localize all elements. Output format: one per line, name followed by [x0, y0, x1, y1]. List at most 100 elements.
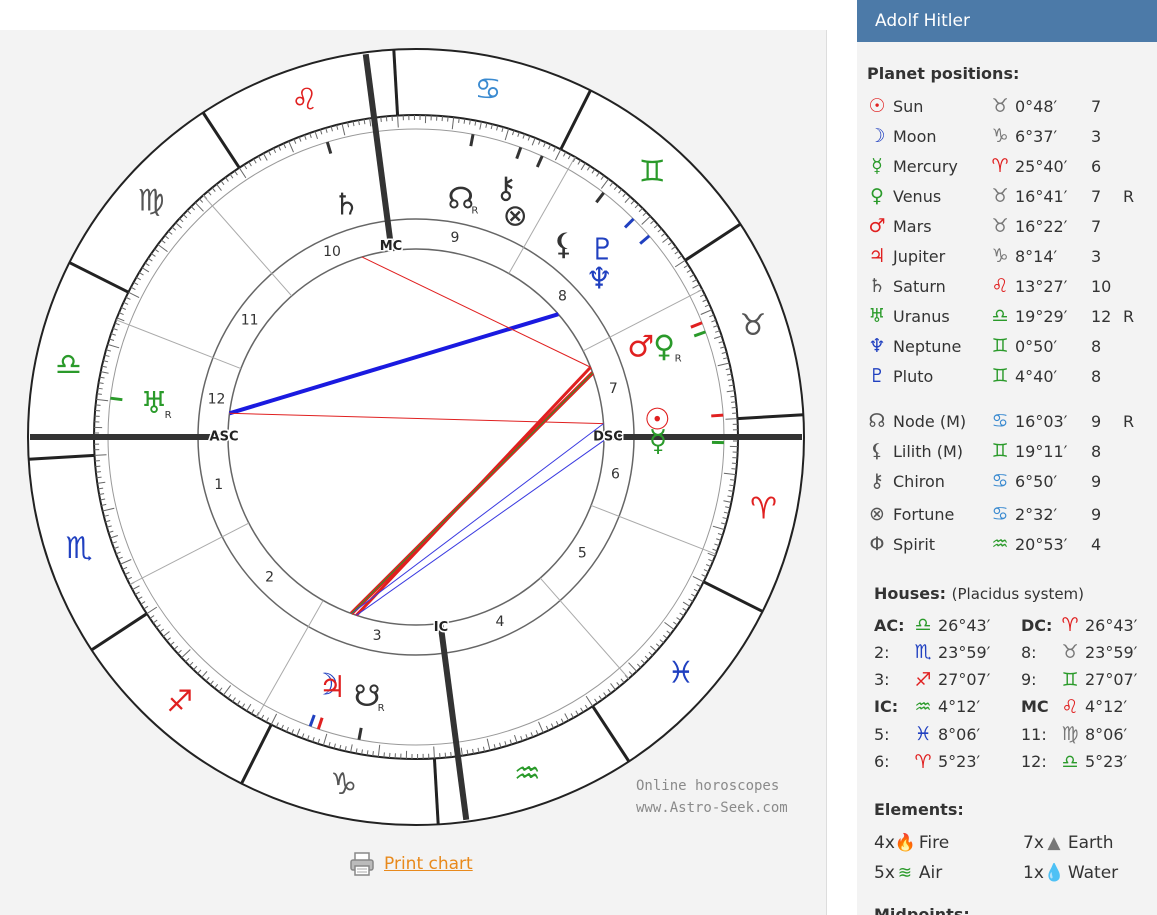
zodiac-sign-icon: ♎	[55, 347, 82, 382]
sign-glyph-icon: ♊	[991, 365, 1009, 387]
planet-row[interactable]: ☽ Moon ♑ 6°37′ 3	[865, 121, 1155, 151]
angle-label-mc: MC	[380, 239, 402, 254]
planet-house: 9	[1091, 411, 1102, 431]
house-number: 2	[265, 570, 274, 586]
house-sign-icon: ♈	[914, 750, 932, 773]
house-row: 9: ♊ 27°07′	[1021, 667, 1157, 693]
printer-icon[interactable]	[348, 850, 376, 878]
planet-degree: 16°22′	[1015, 216, 1068, 236]
planet-name: Fortune	[893, 504, 955, 524]
zodiac-sign-icon: ♍	[138, 183, 165, 218]
house-row: 3: ♐ 27°07′	[874, 667, 1018, 693]
planet-glyph-icon: ☋	[354, 679, 381, 714]
element-count: 5x	[874, 863, 895, 883]
planet-name: Neptune	[893, 336, 962, 356]
house-degree: 4°12′	[1085, 697, 1128, 717]
planet-row[interactable]: ⊗ Fortune ♋ 2°32′ 9	[865, 499, 1155, 529]
degree-tick	[397, 115, 399, 128]
house-number: 10	[323, 244, 341, 260]
planet-glyph-icon: ☊	[447, 182, 474, 217]
planet-name: Mercury	[893, 156, 958, 176]
house-sign-icon: ♓	[914, 723, 932, 746]
degree-tick	[730, 479, 736, 481]
print-chart[interactable]: Print chart	[348, 850, 473, 878]
house-number: 9	[450, 230, 459, 246]
planet-glyph-icon: ☿	[871, 155, 883, 177]
house-label: 9:	[1021, 670, 1037, 690]
zodiac-sign-icon: ♑	[330, 767, 357, 802]
planet-retrograde: R	[1123, 411, 1135, 431]
element-name: Earth	[1067, 833, 1114, 853]
natal-chart-wheel: ♈♉♊♋♌♍♎♏♐♑ ♒♓123456789101112ASCICDSCMC☉☽☿…	[27, 48, 805, 826]
house-number: 8	[558, 288, 567, 304]
house-degree: 5°23′	[1085, 752, 1128, 771]
planet-house: 3	[1091, 246, 1102, 266]
planet-row[interactable]: ♃ Jupiter ♑ 8°14′ 3	[865, 241, 1155, 271]
sign-glyph-icon: ♎	[991, 305, 1009, 327]
planet-row[interactable]: ♀ Venus ♉ 16°41′ 7 R	[865, 181, 1155, 211]
planet-row[interactable]: Φ Spirit ♒ 20°53′ 4	[865, 529, 1155, 559]
print-chart-link[interactable]: Print chart	[384, 854, 473, 874]
house-sign-icon: ♉	[1061, 641, 1079, 664]
house-label: AC:	[874, 615, 905, 635]
zodiac-sign-icon: ♓	[668, 656, 695, 691]
element-row: 1x 💧 Water	[1023, 859, 1118, 887]
planet-name: Uranus	[893, 306, 950, 326]
degree-tick	[372, 751, 374, 757]
houses-label: Houses:	[874, 584, 947, 603]
elements-title: Elements:	[874, 800, 964, 819]
element-count: 4x	[874, 833, 895, 853]
planet-row[interactable]: ♆ Neptune ♊ 0°50′ 8	[865, 331, 1155, 361]
house-label: 12:	[1021, 752, 1047, 771]
planet-degree: 25°40′	[1015, 156, 1068, 176]
zodiac-sign-icon: ♊	[639, 155, 666, 190]
house-sign-icon: ♐	[914, 668, 932, 691]
house-label: 5:	[874, 724, 890, 744]
planet-glyph-icon: ☊	[868, 410, 886, 432]
house-label: 2:	[874, 642, 890, 662]
planet-glyph-icon: ♀	[653, 329, 675, 364]
house-row: 5: ♓ 8°06′	[874, 721, 1018, 747]
planet-house: 4	[1091, 534, 1102, 554]
sign-glyph-icon: ♊	[991, 335, 1009, 357]
house-sign-icon: ♊	[1061, 668, 1079, 691]
sign-glyph-icon: ♉	[991, 95, 1009, 117]
planet-row[interactable]: ♂ Mars ♉ 16°22′ 7	[865, 211, 1155, 241]
house-number: 5	[578, 545, 587, 561]
planet-glyph-icon: ♃	[319, 670, 346, 705]
planet-row[interactable]: ⚸ Lilith (M) ♊ 19°11′ 8	[865, 436, 1155, 466]
house-degree: 23°59′	[938, 642, 991, 662]
planet-marker	[110, 396, 123, 402]
watermark: Online horoscopes www.Astro-Seek.com	[636, 775, 788, 819]
degree-tick	[96, 476, 102, 479]
planet-glyph-icon: ♇	[589, 233, 616, 268]
planet-row[interactable]: ☊ Node (M) ♋ 16°03′ 9 R	[865, 406, 1155, 436]
zodiac-sign-icon: ♌	[291, 82, 318, 117]
planet-house: 6	[1091, 156, 1102, 176]
planet-name: Chiron	[893, 471, 945, 491]
planet-degree: 4°40′	[1015, 366, 1058, 386]
planet-row[interactable]: ♅ Uranus ♎ 19°29′ 12 R	[865, 301, 1155, 331]
planet-row[interactable]: ☉ Sun ♉ 0°48′ 7	[865, 91, 1155, 121]
zodiac-sign-icon: ♒	[514, 757, 541, 792]
house-degree: 5°23′	[938, 752, 981, 771]
house-sign-icon: ♎	[914, 614, 932, 636]
planet-row[interactable]: ♇ Pluto ♊ 4°40′ 8	[865, 361, 1155, 391]
house-row: 11: ♍ 8°06′	[1021, 721, 1157, 747]
planet-glyph-icon: ♂	[868, 215, 886, 237]
planet-degree: 0°50′	[1015, 336, 1058, 356]
planet-glyph-icon: ♅	[141, 386, 168, 421]
planet-glyph-icon: ⚷	[870, 470, 884, 492]
house-sign-icon: ♎	[1061, 750, 1079, 773]
sign-glyph-icon: ♒	[991, 533, 1009, 555]
planet-row[interactable]: ⚷ Chiron ♋ 6°50′ 9	[865, 466, 1155, 496]
degree-tick	[450, 752, 452, 758]
house-row: 6: ♈ 5°23′	[874, 749, 1018, 775]
planet-house: 7	[1091, 186, 1102, 206]
sign-glyph-icon: ♉	[991, 185, 1009, 207]
planet-row[interactable]: ♄ Saturn ♌ 13°27′ 10	[865, 271, 1155, 301]
element-row: 5x ≋ Air	[874, 859, 942, 887]
house-row: 8: ♉ 23°59′	[1021, 639, 1157, 665]
watermark-line2: www.Astro-Seek.com	[636, 800, 788, 816]
planet-row[interactable]: ☿ Mercury ♈ 25°40′ 6	[865, 151, 1155, 181]
